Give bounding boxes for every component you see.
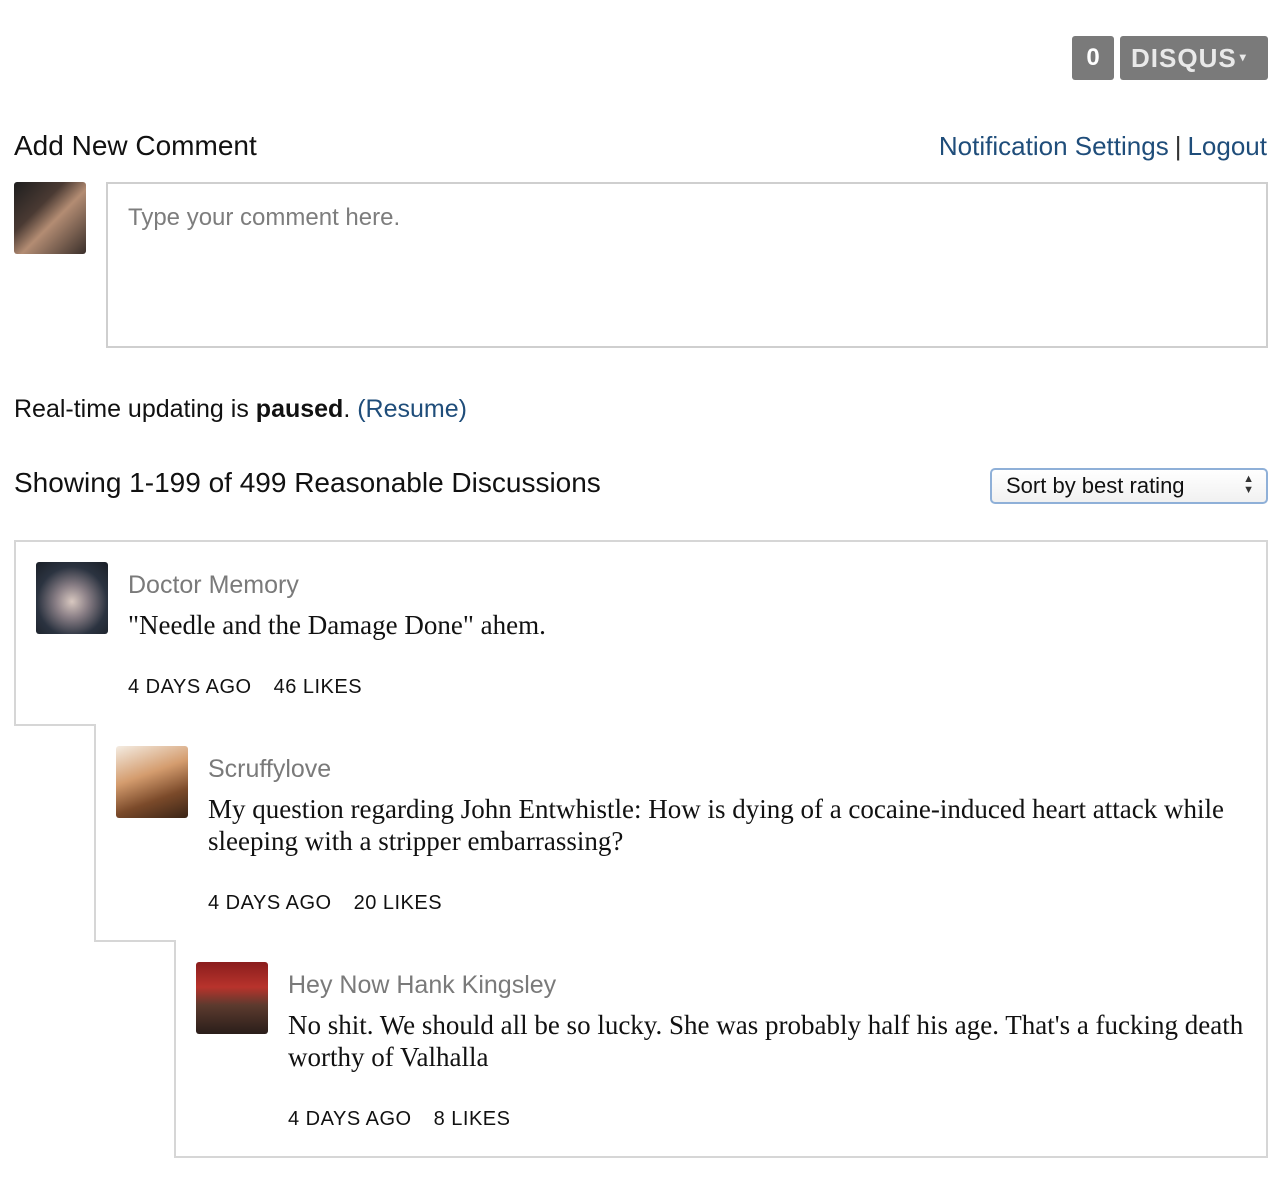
comment-input[interactable] [108,184,1266,346]
comment-count-badge[interactable]: 0 [1072,36,1114,80]
thread-border [1266,724,1268,1158]
comment-likes[interactable]: 46 LIKES [274,676,363,698]
comment-text: My question regarding John Entwhistle: H… [208,794,1224,856]
add-comment-title: Add New Comment [14,130,257,161]
realtime-prefix: Real-time updating is [14,395,256,423]
realtime-state: paused [255,395,344,423]
comment-age[interactable]: 4 DAYS AGO [208,892,332,914]
select-arrows-icon: ▲ ▼ [1243,473,1254,496]
discussion-count: Showing 1-199 of 499 Reasonable Discussi… [14,467,601,498]
disqus-logo-text: DISQUS [1131,43,1237,73]
realtime-status: Real-time updating is paused. (Resume) [14,395,467,424]
notification-settings-link[interactable]: Notification Settings [939,131,1169,161]
comment-age[interactable]: 4 DAYS AGO [128,676,252,698]
sort-select[interactable]: Sort by best rating ▲ ▼ [990,468,1268,504]
comment-age[interactable]: 4 DAYS AGO [288,1108,412,1130]
commenter-avatar[interactable] [196,962,268,1034]
realtime-suffix: . [343,395,358,423]
sort-selected-value: Sort by best rating [1006,473,1185,498]
comment-author[interactable]: Scruffylove [208,755,331,784]
account-links: Notification Settings | Logout [939,131,1267,162]
comment-text: "Needle and the Damage Done" ahem. [128,610,546,640]
comment-meta: 4 DAYS AGO 46 LIKES [128,676,362,699]
comment-text: No shit. We should all be so lucky. She … [288,1010,1244,1072]
current-user-avatar[interactable] [14,182,86,254]
commenter-avatar[interactable] [36,562,108,634]
chevron-down-icon: ▾ [1239,50,1247,64]
comment-author[interactable]: Hey Now Hank Kingsley [288,971,556,1000]
comment-input-box[interactable] [106,182,1268,348]
comment-likes[interactable]: 20 LIKES [354,892,443,914]
comment-meta: 4 DAYS AGO 8 LIKES [288,1108,510,1131]
disqus-menu-button[interactable]: DISQUS ▾ [1120,36,1268,80]
resume-link[interactable]: (Resume) [357,395,467,423]
logout-link[interactable]: Logout [1187,131,1267,161]
comment-likes[interactable]: 8 LIKES [434,1108,511,1130]
link-separator: | [1174,131,1182,161]
comment-author[interactable]: Doctor Memory [128,571,299,600]
comment-meta: 4 DAYS AGO 20 LIKES [208,892,442,915]
commenter-avatar[interactable] [116,746,188,818]
